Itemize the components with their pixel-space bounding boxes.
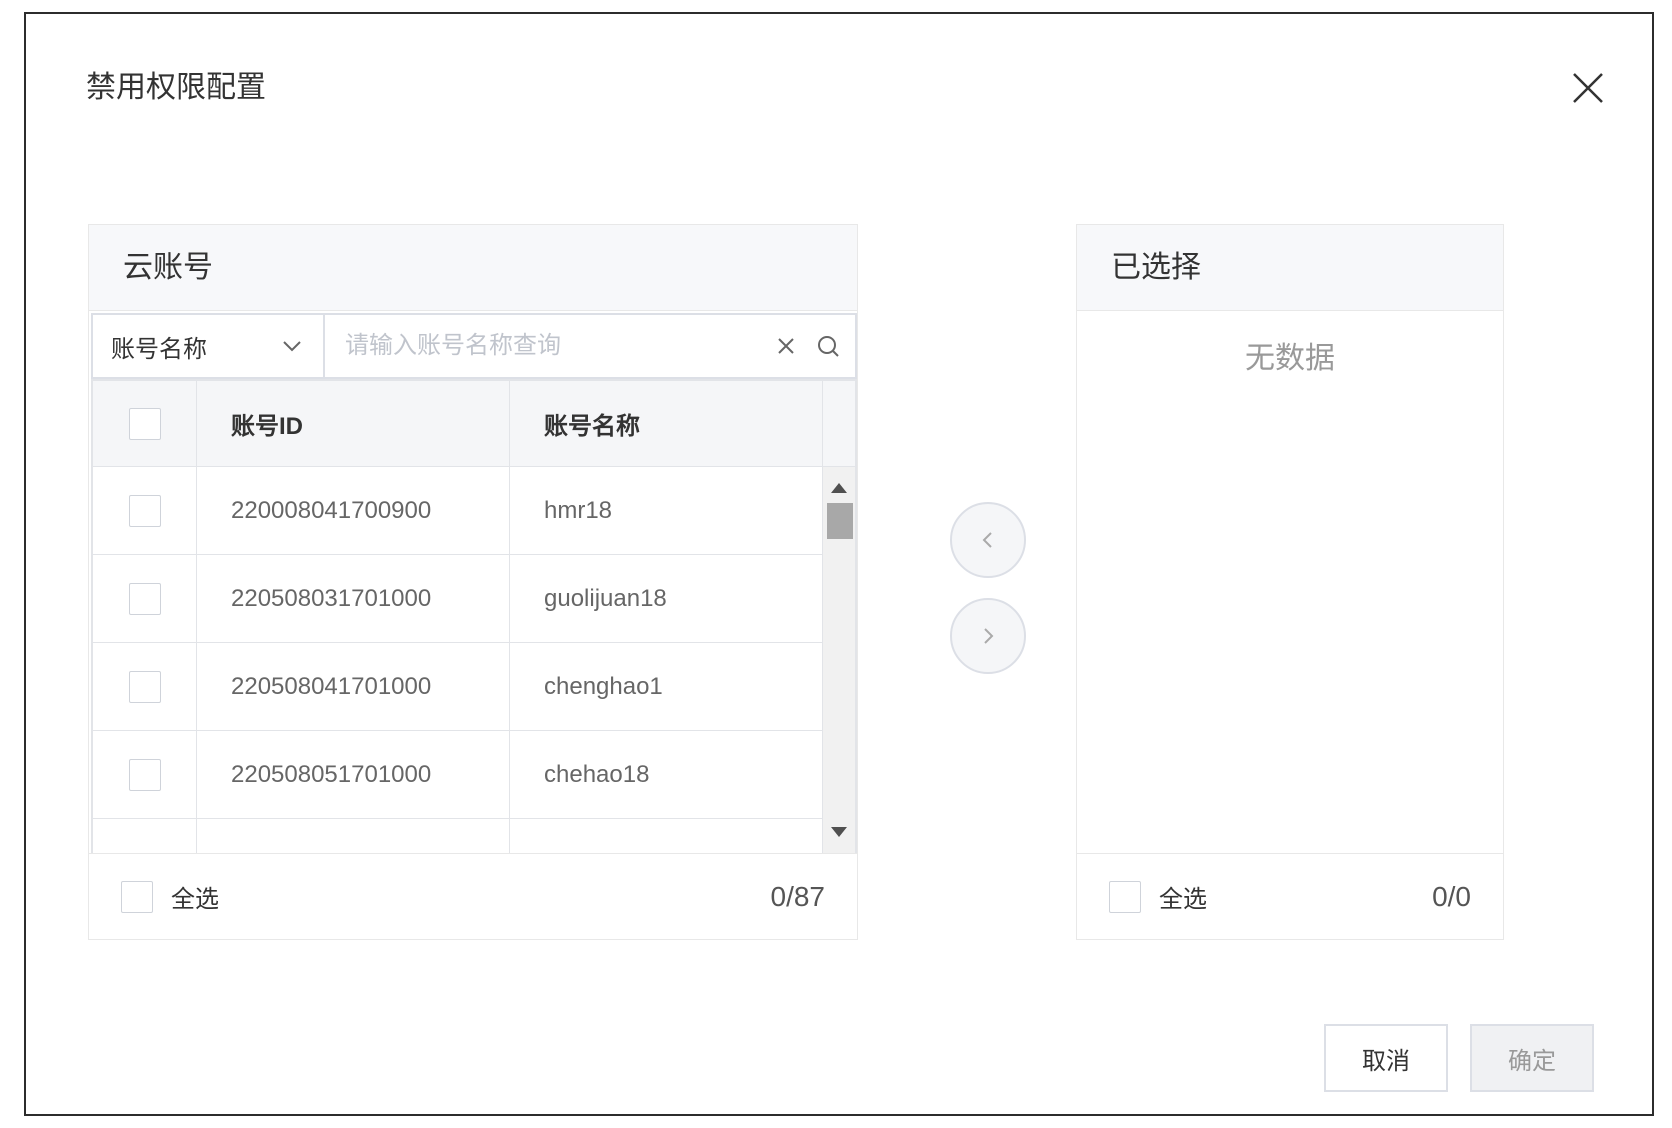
scroll-down-icon[interactable]	[831, 827, 847, 837]
table-header: 账号ID 账号名称	[93, 379, 855, 467]
account-id-cell: 220508041701000	[197, 643, 510, 730]
account-name-cell: hmr18	[544, 496, 613, 524]
account-name-cell: chehao18	[544, 760, 650, 788]
dialog-title: 禁用权限配置	[86, 71, 266, 104]
table-scrollbar[interactable]	[822, 467, 855, 853]
target-panel-title: 已选择	[1077, 225, 1503, 311]
filter-field-select[interactable]: 账号名称	[91, 313, 325, 379]
selection-count: 0/0	[1432, 880, 1471, 912]
header-checkbox[interactable]	[128, 407, 161, 440]
account-id-cell: 220008041700900	[197, 467, 510, 554]
filter-field-label: 账号名称	[111, 335, 207, 363]
selection-count: 0/87	[770, 880, 826, 912]
table-row[interactable]: 220508041701000 chenghao1	[93, 643, 822, 731]
table-row[interactable]: 220008041700900 hmr18	[93, 467, 822, 555]
target-panel: 已选择 无数据 全选 0/0	[1076, 224, 1504, 940]
permission-dialog: 禁用权限配置 云账号 账号名称 请输入账号名称查询 账号ID 账号名称 2200…	[24, 12, 1654, 1116]
chevron-left-icon	[982, 532, 992, 548]
account-id-cell: 220508051701000	[197, 731, 510, 818]
source-panel-footer: 全选 0/87	[89, 853, 857, 939]
scroll-thumb[interactable]	[827, 503, 853, 539]
source-panel-title: 云账号	[89, 225, 857, 311]
column-header-id: 账号ID	[197, 381, 510, 466]
table-row[interactable]: 220508051701000 chehao18	[93, 731, 822, 819]
row-checkbox[interactable]	[128, 582, 161, 615]
target-panel-footer: 全选 0/0	[1077, 853, 1503, 939]
search-input[interactable]	[343, 331, 757, 361]
row-checkbox[interactable]	[128, 670, 161, 703]
accounts-table: 账号ID 账号名称 220008041700900 hmr18 22050803…	[91, 379, 857, 853]
search-row: 账号名称	[91, 313, 857, 379]
chevron-right-icon	[984, 628, 994, 644]
select-all-checkbox[interactable]	[121, 880, 153, 913]
empty-state: 无数据	[1245, 342, 1335, 375]
row-checkbox[interactable]	[128, 494, 161, 527]
table-row[interactable]: 220508031701000 guolijuan18	[93, 555, 822, 643]
account-id-cell: 220508031701000	[197, 555, 510, 642]
scroll-up-icon[interactable]	[831, 483, 847, 493]
move-right-button[interactable]	[950, 598, 1026, 674]
table-body: 220008041700900 hmr18 220508031701000 gu…	[93, 467, 822, 853]
clear-icon[interactable]	[773, 333, 799, 359]
move-left-button[interactable]	[950, 502, 1026, 578]
source-panel: 云账号 账号名称 账号ID 账号名称	[88, 224, 858, 940]
select-all-label[interactable]: 全选	[171, 879, 771, 914]
account-name-cell	[510, 819, 822, 853]
cancel-button[interactable]: 取消	[1324, 1024, 1448, 1092]
row-checkbox[interactable]	[128, 758, 161, 791]
select-all-label[interactable]: 全选	[1159, 879, 1432, 914]
confirm-button[interactable]: 确定	[1470, 1024, 1594, 1092]
account-name-cell: chenghao1	[544, 672, 663, 700]
select-all-checkbox[interactable]	[1109, 880, 1141, 913]
account-id-cell	[197, 819, 510, 853]
search-field	[325, 313, 857, 379]
table-row[interactable]	[93, 819, 822, 853]
chevron-down-icon	[283, 341, 301, 352]
column-header-name: 账号名称	[544, 413, 640, 440]
close-icon[interactable]	[1568, 68, 1608, 108]
account-name-cell: guolijuan18	[544, 584, 667, 612]
search-icon[interactable]	[815, 333, 841, 359]
